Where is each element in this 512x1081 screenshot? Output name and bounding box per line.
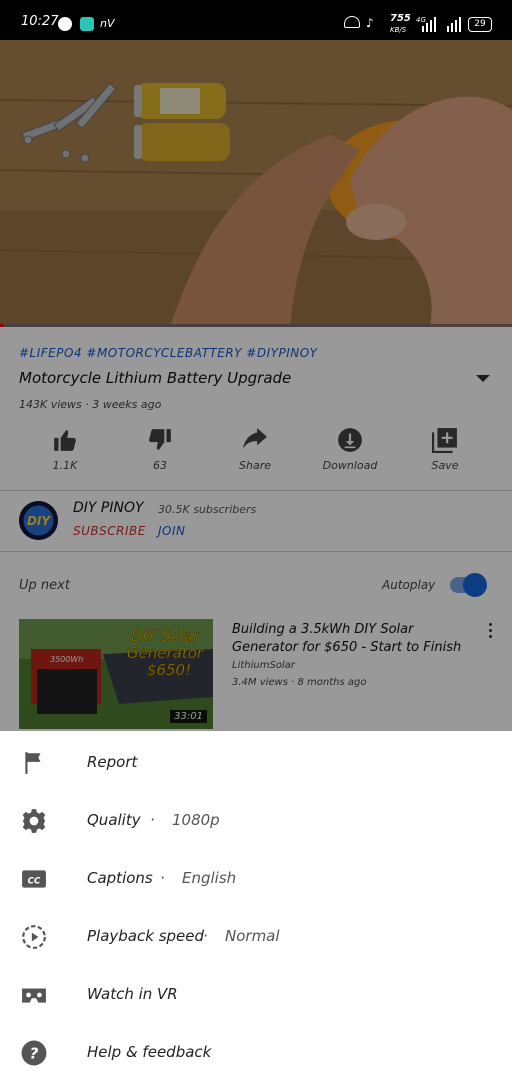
help-icon: ? [21, 1040, 47, 1066]
join-button[interactable]: JOIN [158, 524, 186, 538]
channel-avatar-art: DIY [19, 501, 58, 540]
menu-item-label: Watch in VR [87, 985, 178, 1003]
up-next-meta: 3.4M views · 8 months ago [232, 677, 367, 688]
thumbs-up-icon [54, 430, 76, 451]
save-button[interactable]: Save [410, 427, 480, 472]
separator-dot: · [150, 811, 155, 829]
video-frame [0, 40, 512, 326]
quality-value: 1080p [172, 811, 220, 829]
like-count: 1.1K [52, 459, 78, 472]
channel-name[interactable]: DIY PINOY [73, 500, 144, 516]
divider [0, 490, 512, 491]
video-player[interactable] [0, 40, 512, 326]
svg-text:?: ? [30, 1044, 39, 1062]
menu-item-help-feedback[interactable]: ? Help & feedback [0, 1023, 512, 1081]
menu-item-quality[interactable]: Quality · 1080p [0, 791, 512, 849]
thumbnail-text-line1: DIY Solar [131, 627, 200, 645]
save-label: Save [431, 459, 459, 472]
share-icon [243, 428, 267, 449]
video-hashtags[interactable]: #LIFEPO4 #MOTORCYCLEBATTERY #DIYPINOY [19, 346, 318, 360]
up-next-thumbnail[interactable]: 3500Wh DIY Solar Generator $650! 33:01 [19, 619, 213, 729]
captions-value: English [182, 869, 237, 887]
like-button[interactable]: 1.1K [30, 427, 100, 472]
playback-speed-value: Normal [225, 927, 280, 945]
menu-item-captions[interactable]: CC Captions · English [0, 849, 512, 907]
video-title: Motorcycle Lithium Battery Upgrade [19, 369, 292, 387]
vr-headset-icon [22, 988, 46, 1003]
channel-avatar[interactable]: DIY [19, 501, 58, 540]
playback-speed-icon [22, 925, 46, 949]
more-options-icon[interactable] [488, 623, 494, 641]
app-icon [80, 17, 94, 31]
dislike-count: 63 [153, 459, 167, 472]
up-next-channel: LithiumSolar [232, 660, 295, 671]
channel-avatar-text: DIY [27, 514, 51, 528]
messenger-icon [58, 17, 72, 31]
autoplay-toggle-knob[interactable] [463, 573, 487, 597]
subscribe-button[interactable]: SUBSCRIBE [73, 524, 146, 538]
svg-text:CC: CC [28, 876, 41, 886]
download-button[interactable]: Download [315, 427, 385, 472]
video-meta: 143K views · 3 weeks ago [19, 398, 162, 411]
thumbnail-badge: 3500Wh [50, 655, 83, 664]
watch-content: #LIFEPO4 #MOTORCYCLEBATTERY #DIYPINOY Mo… [0, 327, 512, 731]
share-button[interactable]: Share [220, 427, 290, 472]
menu-item-label: Playback speed [87, 927, 205, 945]
divider [0, 551, 512, 552]
net-speed-value: 755 [390, 13, 411, 24]
download-icon [338, 428, 362, 452]
captions-icon: CC [22, 870, 46, 888]
status-time: 10:27 [21, 14, 59, 29]
thumbs-down-icon [149, 429, 171, 450]
gear-icon [22, 809, 46, 833]
separator-dot: · [160, 869, 165, 887]
vpn-icon [344, 16, 360, 28]
subscriber-count: 30.5K subscribers [158, 503, 257, 516]
autoplay-label: Autoplay [382, 578, 436, 592]
menu-item-label: Report [87, 753, 138, 771]
share-label: Share [239, 459, 271, 472]
battery-icon: 29 [468, 17, 492, 32]
status-bar: 10:27 nV ♪ 755 KB/S 4G 29 [0, 0, 512, 40]
flag-icon [25, 752, 41, 774]
menu-item-playback-speed[interactable]: Playback speed · Normal [0, 907, 512, 965]
download-label: Download [322, 459, 378, 472]
settings-sheet: Report Quality · 1080p CC Captions · Eng… [0, 731, 512, 1080]
menu-item-label: Quality [87, 811, 141, 829]
thumbnail-text-line2: Generator [127, 644, 204, 662]
video-duration: 33:01 [170, 710, 207, 723]
net-speed-unit: KB/S [390, 26, 407, 34]
menu-item-label: Captions [87, 869, 153, 887]
menu-item-watch-in-vr[interactable]: Watch in VR [0, 965, 512, 1023]
mute-icon: ♪ [366, 16, 374, 30]
thumbnail-text-line3: $650! [147, 661, 191, 679]
up-next-title[interactable]: Building a 3.5kWh DIY Solar Generator fo… [232, 621, 472, 657]
save-playlist-icon [432, 428, 457, 453]
menu-item-label: Help & feedback [87, 1043, 212, 1061]
up-next-label: Up next [19, 578, 70, 593]
menu-item-report[interactable]: Report [0, 733, 512, 791]
dislike-button[interactable]: 63 [125, 427, 195, 472]
status-app-badge: nV [100, 17, 115, 30]
separator-dot: · [203, 927, 208, 945]
signal-icon [422, 17, 461, 32]
battery-level: 29 [474, 19, 486, 29]
expand-description-icon[interactable] [476, 375, 490, 382]
